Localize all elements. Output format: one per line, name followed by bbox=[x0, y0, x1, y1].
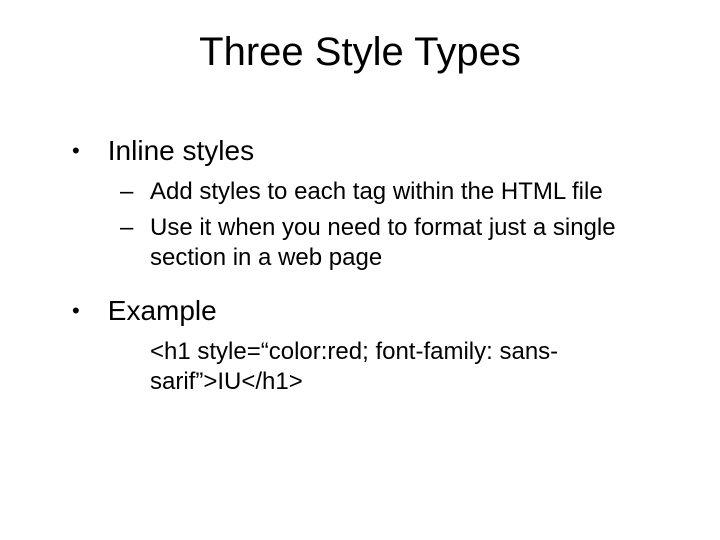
code-example: <h1 style=“color:red; font-family: sans-… bbox=[100, 337, 660, 397]
slide-title: Three Style Types bbox=[60, 30, 660, 75]
bullet-list: Inline styles Add styles to each tag wit… bbox=[60, 135, 660, 397]
list-item: Example <h1 style=“color:red; font-famil… bbox=[100, 295, 660, 397]
list-item: Inline styles Add styles to each tag wit… bbox=[100, 135, 660, 273]
sub-list-item: Add styles to each tag within the HTML f… bbox=[150, 177, 660, 207]
list-item-label: Inline styles bbox=[108, 135, 254, 166]
slide: Three Style Types Inline styles Add styl… bbox=[0, 0, 720, 540]
sub-list-item: Use it when you need to format just a si… bbox=[150, 213, 660, 273]
sub-list: Add styles to each tag within the HTML f… bbox=[100, 177, 660, 273]
list-item-label: Example bbox=[108, 295, 217, 326]
